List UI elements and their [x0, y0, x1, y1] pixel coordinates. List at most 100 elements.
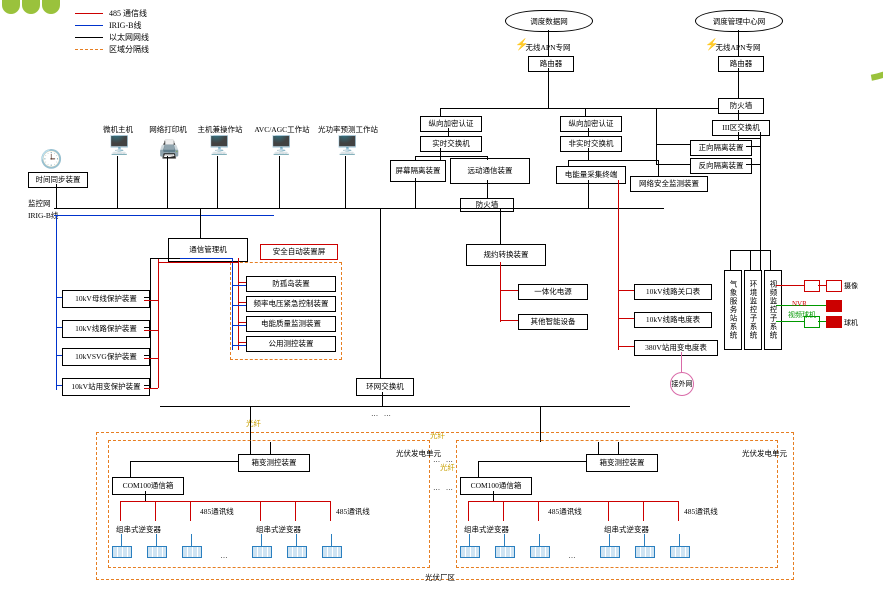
wire	[500, 208, 501, 246]
wire	[656, 164, 690, 165]
wire	[598, 442, 599, 454]
wire	[618, 346, 634, 347]
wire	[160, 406, 630, 407]
wire	[608, 501, 609, 521]
cloud-left: 调度数据网	[505, 10, 593, 32]
sw3: III区交换机	[712, 120, 770, 136]
wire	[770, 250, 771, 270]
wire	[144, 327, 150, 328]
screen-iso: 屏幕隔离装置	[390, 160, 446, 182]
diagram-canvas: 485 通信线 IRIG-B线 以太网网线 区域分隔线 调度数据网 调度管理中心…	[0, 0, 883, 590]
wire	[738, 138, 760, 139]
wire	[738, 30, 739, 56]
sys-label: 视频监控子系统	[769, 280, 777, 340]
printer-icon: 🖨️	[158, 140, 180, 158]
monitor-icon: 🖥️	[208, 136, 230, 154]
safe-auto-item: 频率电压紧急控制装置	[246, 296, 336, 312]
prot-box: 10kV母线保护装置	[62, 290, 150, 308]
safe-auto-item: 电能质量监测装置	[246, 316, 336, 332]
pv-panel-icon	[670, 546, 690, 558]
wire	[678, 501, 679, 521]
wire-green	[776, 321, 804, 322]
wire	[121, 534, 122, 546]
wire	[738, 68, 739, 98]
pv-panel-icon	[495, 546, 515, 558]
note485: 485通讯线	[548, 506, 582, 517]
wire	[478, 461, 479, 477]
remote-comm: 远动通信装置	[450, 158, 530, 184]
legend-swatch	[75, 37, 103, 38]
wire	[144, 330, 158, 331]
wire	[750, 250, 751, 270]
prot-box: 10kV线路保护装置	[62, 320, 150, 338]
router-2: 路由器	[718, 56, 764, 72]
dots: …	[221, 552, 230, 560]
rt-switch: 实时交换机	[420, 136, 482, 152]
bus-irigb	[54, 215, 274, 216]
wire	[382, 392, 383, 406]
wire	[180, 258, 232, 259]
wire	[330, 501, 331, 521]
sys-label: 环境监控子系统	[749, 280, 757, 340]
pv-panel-icon	[322, 546, 342, 558]
legend-label: 485 通信线	[109, 8, 147, 19]
wire	[217, 156, 218, 208]
inv-label: 组串式逆变器	[256, 524, 301, 535]
cloud-right: 调度管理中心网	[695, 10, 783, 32]
mini-label: NVR	[792, 300, 807, 308]
wire	[440, 108, 441, 116]
dots: … …	[433, 456, 455, 464]
wire	[415, 178, 416, 208]
legend: 485 通信线 IRIG-B线 以太网网线 区域分隔线	[75, 8, 149, 56]
wire	[120, 501, 121, 521]
inv-label: 组串式逆变器	[116, 524, 161, 535]
wire	[232, 305, 246, 306]
sys-weather: 气象服务站系统	[724, 270, 742, 350]
wire	[117, 156, 118, 208]
protocol-convert: 规约转换装置	[466, 244, 546, 266]
wire	[656, 108, 657, 144]
wire	[120, 501, 330, 502]
wire	[618, 442, 619, 454]
wire	[746, 164, 760, 165]
mini-icon	[826, 300, 842, 312]
wire	[150, 258, 180, 259]
wire	[478, 461, 586, 462]
wire	[158, 262, 180, 263]
mini-icon	[804, 280, 820, 292]
wire	[760, 240, 761, 250]
pv-panel-icon	[147, 546, 167, 558]
sys-video: 视频监控子系统	[764, 270, 782, 350]
wire	[468, 501, 678, 502]
legend-label: IRIG-B线	[109, 20, 141, 31]
sys-env: 环境监控子系统	[744, 270, 762, 350]
wire	[250, 442, 251, 454]
ws-label: 主机兼操作站	[198, 124, 243, 135]
lightning-icon: ⚡	[515, 38, 529, 51]
bus-eth	[54, 208, 664, 209]
wire	[656, 108, 718, 109]
pv-panel-icon	[635, 546, 655, 558]
ws-label: AVC/AGC工作站	[254, 124, 309, 135]
firewall-2: 防火墙	[718, 98, 764, 114]
monitor-icon: 🖥️	[270, 136, 292, 154]
wire	[568, 160, 658, 161]
wire	[232, 345, 246, 346]
wire	[261, 534, 262, 546]
wire	[440, 108, 656, 109]
wire	[500, 320, 518, 321]
wire	[295, 501, 296, 521]
wire	[380, 208, 381, 378]
wire	[493, 491, 494, 501]
wire	[144, 388, 158, 389]
legend-swatch	[75, 13, 103, 14]
wire	[331, 534, 332, 546]
mini-icon	[826, 280, 842, 292]
net-safe: 网络安全监测装置	[630, 176, 708, 192]
legend-swatch	[75, 49, 103, 50]
legend-row: 以太网网线	[75, 32, 149, 42]
legend-row: IRIG-B线	[75, 20, 149, 30]
dots: … …	[433, 484, 455, 492]
wire	[730, 250, 731, 270]
wire	[56, 385, 62, 386]
